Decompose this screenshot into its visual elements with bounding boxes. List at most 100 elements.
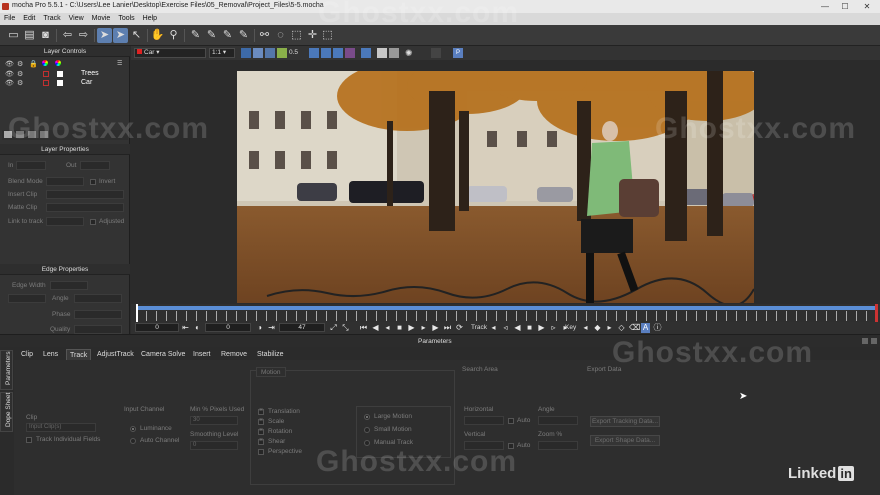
layer-icon[interactable] xyxy=(389,48,399,58)
luminance-radio[interactable] xyxy=(130,426,136,432)
rotation-checkbox[interactable] xyxy=(258,427,264,435)
track-fields-checkbox[interactable] xyxy=(26,437,32,443)
grid-overlay-icon[interactable] xyxy=(333,48,343,58)
redo-icon[interactable]: ⇨ xyxy=(76,28,91,43)
large-motion-radio[interactable] xyxy=(364,414,370,420)
quality-field[interactable] xyxy=(74,325,122,334)
lock-icon[interactable]: 🔒 xyxy=(29,60,38,68)
timeline-range-bar[interactable] xyxy=(136,306,876,310)
next-keyframe-icon[interactable]: ▸ xyxy=(605,323,614,333)
track-forward-frame-icon[interactable]: ▹ xyxy=(549,323,558,333)
pane-close-icon[interactable] xyxy=(871,338,877,344)
invert-checkbox[interactable] xyxy=(90,179,96,185)
a-icon[interactable] xyxy=(253,48,263,58)
start-frame-field[interactable]: 0 xyxy=(135,323,179,332)
track-stop-icon[interactable]: ■ xyxy=(525,323,534,333)
perspective-checkbox[interactable] xyxy=(258,449,264,455)
stabilize-icon[interactable] xyxy=(361,48,371,58)
export-shape-data-button[interactable]: Export Shape Data... xyxy=(590,435,660,446)
auto-key-icon[interactable]: A xyxy=(641,323,650,333)
move-icon[interactable]: ✛ xyxy=(305,28,320,43)
pane-float-icon[interactable] xyxy=(862,338,868,344)
tab-remove[interactable]: Remove xyxy=(218,349,250,360)
undo-icon[interactable]: ⇦ xyxy=(60,28,75,43)
vertical-field[interactable] xyxy=(464,441,504,450)
loop-icon[interactable]: ⟳ xyxy=(455,323,464,333)
keyframe-info-icon[interactable]: ⓘ xyxy=(653,323,662,333)
select-arrow-plus-icon[interactable]: ➤ xyxy=(113,28,128,43)
prev-keyframe-icon[interactable]: ◂ xyxy=(581,323,590,333)
in-field[interactable] xyxy=(16,161,46,170)
grid-icon[interactable] xyxy=(241,48,251,58)
merge-icon[interactable] xyxy=(28,131,36,138)
menu-movie[interactable]: Movie xyxy=(88,13,115,25)
sun-icon[interactable]: ✺ xyxy=(405,48,415,58)
duplicate-icon[interactable] xyxy=(16,131,24,138)
adjusted-checkbox[interactable] xyxy=(90,219,96,225)
menu-help[interactable]: Help xyxy=(139,13,161,25)
bspline-icon[interactable]: ✎ xyxy=(220,28,235,43)
horizontal-field[interactable] xyxy=(464,416,504,425)
xspline-icon[interactable]: ✎ xyxy=(188,28,203,43)
gear-icon[interactable]: ⚙ xyxy=(17,79,23,87)
tab-stabilize[interactable]: Stabilize xyxy=(254,349,286,360)
horizontal-auto-checkbox[interactable] xyxy=(508,418,514,424)
eye-icon[interactable]: 👁 xyxy=(5,60,14,68)
layer-row[interactable]: 👁 ⚙ Trees xyxy=(5,70,125,79)
clip-select[interactable]: Input Clip(s) xyxy=(26,423,96,432)
menu-track[interactable]: Track xyxy=(39,13,64,25)
angle-param-field[interactable] xyxy=(538,416,578,425)
track-backward-icon[interactable]: ◀ xyxy=(513,323,522,333)
current-frame-field[interactable]: 47 xyxy=(279,323,325,332)
select-arrow-icon[interactable]: ➤ xyxy=(97,28,112,43)
angle-field[interactable] xyxy=(74,294,122,303)
folder-icon[interactable] xyxy=(4,131,12,138)
edge-button[interactable] xyxy=(8,294,46,303)
mask-icon[interactable] xyxy=(277,48,287,58)
dashed-rect-icon[interactable]: ⬚ xyxy=(320,28,335,43)
close-button[interactable]: ✕ xyxy=(857,1,877,12)
smoothing-field[interactable]: 0 xyxy=(190,441,238,450)
set-in-icon[interactable]: ⇤ xyxy=(181,323,190,333)
out-field[interactable] xyxy=(80,161,110,170)
layer-select[interactable]: Car ▾ xyxy=(134,48,206,58)
gear-icon[interactable]: ⚙ xyxy=(17,60,23,68)
menu-tools[interactable]: Tools xyxy=(114,13,138,25)
eye-icon[interactable]: 👁 xyxy=(5,70,14,78)
zoom-pct-field[interactable] xyxy=(538,441,578,450)
link-icon[interactable]: ⚯ xyxy=(257,28,272,43)
insert-clip-select[interactable] xyxy=(46,190,124,199)
blend-mode-select[interactable] xyxy=(46,177,84,186)
overlay-icon[interactable] xyxy=(265,48,275,58)
matte-icon[interactable] xyxy=(345,48,355,58)
hand-icon[interactable]: ✋ xyxy=(150,28,165,43)
clear-keyframes-icon[interactable]: ⌫ xyxy=(629,323,640,333)
menu-file[interactable]: File xyxy=(0,13,19,25)
opacity-value[interactable]: 0.5 xyxy=(289,49,298,56)
zoom-select[interactable]: 1:1 ▾ xyxy=(209,48,235,58)
playhead[interactable] xyxy=(136,304,138,322)
play-icon[interactable]: ▶ xyxy=(407,323,416,333)
layer-row[interactable]: 👁 ⚙ Car xyxy=(5,79,125,88)
lasso-icon[interactable]: ◌ xyxy=(273,28,288,43)
tab-camera-solve[interactable]: Camera Solve xyxy=(138,349,188,360)
add-keyframe-icon[interactable]: ◆ xyxy=(593,323,602,333)
export-tracking-data-button[interactable]: Export Tracking Data... xyxy=(590,416,660,427)
track-forward-icon[interactable]: ▶ xyxy=(537,323,546,333)
stop-icon[interactable]: ■ xyxy=(395,323,404,333)
trash-icon[interactable] xyxy=(40,131,48,138)
save-icon[interactable]: ▤ xyxy=(22,28,37,43)
manual-track-radio[interactable] xyxy=(364,440,370,446)
minimize-button[interactable]: — xyxy=(815,1,835,12)
timeline-end-marker[interactable] xyxy=(875,304,878,322)
fit-timeline-icon[interactable]: ⤡ xyxy=(341,323,350,333)
link-to-track-select[interactable] xyxy=(46,217,84,226)
pick-tool-icon[interactable]: ↖ xyxy=(129,28,144,43)
zoom-timeline-icon[interactable]: ⤢ xyxy=(329,323,338,333)
transform-icon[interactable]: ⬚ xyxy=(289,28,304,43)
matte-color-icon[interactable] xyxy=(55,60,61,66)
motion-tab[interactable]: Motion xyxy=(256,367,286,377)
color-wheel-icon[interactable] xyxy=(42,60,48,66)
layer-menu-icon[interactable]: ☰ xyxy=(117,60,122,67)
camera-icon[interactable]: ◙ xyxy=(38,28,53,43)
